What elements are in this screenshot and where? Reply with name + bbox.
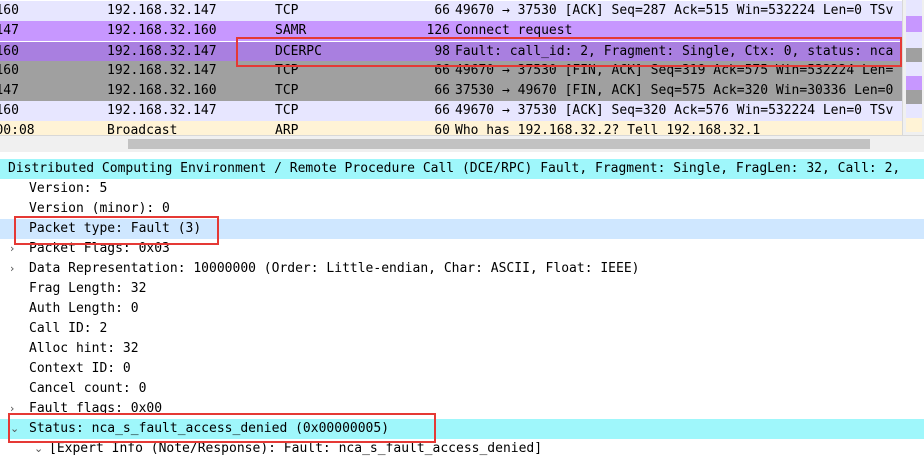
packet-destination: 192.168.32.147 (107, 44, 217, 59)
packet-row[interactable]: 32.147 192.168.32.160 SAMR 126 Connect reque… (0, 21, 902, 41)
packet-length: 66 (434, 3, 450, 18)
detail-tree-label: Status: nca_s_fault_access_denied (0x000… (29, 421, 390, 436)
packet-destination: 192.168.32.147 (107, 103, 217, 118)
packet-info: 49670 → 37530 [ACK] Seq=287 Ack=515 Win=… (455, 3, 894, 18)
scrollbar-minimap-mark (906, 16, 922, 32)
detail-tree-label: Frag Length: 32 (29, 281, 147, 296)
detail-tree-label: Call ID: 2 (29, 321, 108, 336)
detail-tree-label: Context ID: 0 (29, 361, 131, 376)
packet-length: 66 (434, 83, 450, 98)
detail-tree-row[interactable]: Alloc hint: 32 (0, 339, 924, 359)
detail-tree-row[interactable]: ⌄ Status: nca_s_fault_access_denied (0x00… (0, 419, 924, 439)
detail-tree-row[interactable]: Cancel count: 0 (0, 379, 924, 399)
packet-source: 32.147 (0, 23, 19, 38)
packet-source: 32.160 (0, 44, 19, 59)
packet-length: 66 (434, 63, 450, 78)
expand-arrow-icon[interactable]: › (10, 259, 14, 279)
scrollbar-minimap-mark (906, 104, 922, 118)
packet-info: 49670 → 37530 [ACK] Seq=320 Ack=576 Win=… (455, 103, 894, 118)
detail-tree-label: Distributed Computing Environment / Remo… (8, 161, 901, 176)
packet-protocol: TCP (275, 3, 299, 18)
packet-source: 32.147 (0, 83, 19, 98)
packet-info: Connect request (455, 23, 573, 38)
detail-tree-label: Alloc hint: 32 (29, 341, 139, 356)
detail-tree-label: Version (minor): 0 (29, 201, 170, 216)
packet-source: 32.160 (0, 63, 19, 78)
expand-arrow-icon[interactable]: › (10, 399, 14, 419)
detail-tree-row[interactable]: Packet type: Fault (3) (0, 219, 924, 239)
packet-row[interactable]: 32.160 192.168.32.147 TCP 66 49670 → 37530 [… (0, 101, 902, 121)
scrollbar-minimap-mark (906, 118, 922, 132)
packet-info: Fault: call_id: 2, Fragment: Single, Ctx… (455, 44, 894, 59)
scrollbar-minimap-mark (906, 62, 922, 76)
detail-tree-label: Data Representation: 10000000 (Order: Li… (29, 261, 640, 276)
packet-row[interactable]: 32.160 192.168.32.147 DCERPC 98 Fault: call_… (0, 42, 902, 62)
collapse-arrow-icon[interactable]: ⌄ (34, 439, 43, 459)
packet-list: 32.160 192.168.32.147 TCP 66 49670 → 37530 [… (0, 0, 902, 140)
packet-protocol: TCP (275, 63, 299, 78)
detail-tree-row[interactable]: Call ID: 2 (0, 319, 924, 339)
packet-protocol: TCP (275, 103, 299, 118)
scrollbar-minimap-mark (906, 32, 922, 48)
packet-length: 126 (426, 23, 450, 38)
detail-tree-label: Packet type: Fault (3) (29, 221, 202, 236)
packet-source: 32.160 (0, 3, 19, 18)
detail-tree-row[interactable]: Context ID: 0 (0, 359, 924, 379)
scrollbar-minimap-mark (906, 48, 922, 62)
detail-tree-label: Packet Flags: 0x03 (29, 241, 170, 256)
detail-tree-row[interactable]: Distributed Computing Environment / Remo… (0, 159, 924, 179)
packet-length: 66 (434, 103, 450, 118)
scrollbar-minimap-mark (906, 90, 922, 104)
packet-protocol: DCERPC (275, 44, 322, 59)
packet-row[interactable]: 32.160 192.168.32.147 TCP 66 49670 → 37530 [… (0, 61, 902, 81)
packet-info: 37530 → 49670 [FIN, ACK] Seq=575 Ack=320… (455, 83, 894, 98)
packet-length: 98 (434, 44, 450, 59)
detail-tree-row[interactable]: › Packet Flags: 0x03 (0, 239, 924, 259)
packet-destination: 192.168.32.160 (107, 83, 217, 98)
detail-tree-row[interactable]: Version (minor): 0 (0, 199, 924, 219)
detail-tree-label: Fault flags: 0x00 (29, 401, 163, 416)
packet-info: 49670 → 37530 [FIN, ACK] Seq=319 Ack=575… (455, 63, 894, 78)
packet-destination: 192.168.32.147 (107, 63, 217, 78)
detail-tree-row[interactable]: ⌄ [Expert Info (Note/Response): Fault: nc… (0, 439, 924, 459)
packet-protocol: SAMR (275, 23, 307, 38)
packet-row[interactable]: 32.147 192.168.32.160 TCP 66 37530 → 49670 [… (0, 81, 902, 101)
scrollbar-minimap-mark (906, 76, 922, 90)
scrollbar-minimap-mark (906, 0, 922, 16)
packet-list-scrollbar[interactable] (902, 0, 924, 135)
horizontal-scrollbar-thumb[interactable] (128, 139, 870, 149)
collapse-arrow-icon[interactable]: ⌄ (10, 419, 19, 439)
packet-protocol: TCP (275, 83, 299, 98)
detail-tree-row[interactable]: Frag Length: 32 (0, 279, 924, 299)
detail-tree-label: [Expert Info (Note/Response): Fault: nca… (49, 441, 543, 456)
detail-tree-row[interactable]: › Data Representation: 10000000 (Order: L… (0, 259, 924, 279)
packet-destination: 192.168.32.160 (107, 23, 217, 38)
detail-tree-row[interactable]: Auth Length: 0 (0, 299, 924, 319)
detail-tree-label: Auth Length: 0 (29, 301, 139, 316)
packet-destination: 192.168.32.147 (107, 3, 217, 18)
detail-tree-label: Cancel count: 0 (29, 381, 147, 396)
packet-source: 32.160 (0, 103, 19, 118)
expand-arrow-icon[interactable]: › (10, 239, 14, 259)
packet-row[interactable]: 32.160 192.168.32.147 TCP 66 49670 → 37530 [… (0, 1, 902, 21)
detail-tree-row[interactable]: Version: 5 (0, 179, 924, 199)
detail-tree-label: Version: 5 (29, 181, 108, 196)
detail-tree-row[interactable]: › Fault flags: 0x00 (0, 399, 924, 419)
horizontal-scrollbar[interactable] (0, 135, 924, 152)
packet-details-tree: Distributed Computing Environment / Remo… (0, 158, 924, 459)
